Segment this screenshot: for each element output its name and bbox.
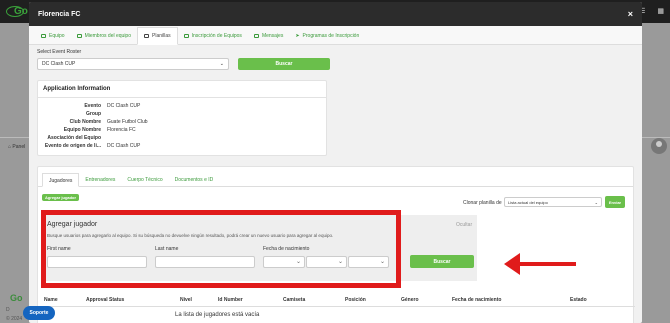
form-icon xyxy=(183,34,189,38)
info-value: DC Clash CUP xyxy=(107,143,141,149)
chevron-down-icon: ⌄ xyxy=(594,199,598,205)
modal-tabs: Equipo Miembros del equipo Planillas Ins… xyxy=(29,26,642,45)
support-button[interactable]: Soporte xyxy=(23,306,55,320)
subtab-jugadores[interactable]: Jugadores xyxy=(42,173,80,187)
clone-roster-label: Clonar planilla de xyxy=(463,200,502,206)
tab-miembros[interactable]: Miembros del equipo xyxy=(71,28,137,44)
column-header[interactable]: Estado xyxy=(570,297,587,303)
column-header[interactable]: Fecha de nacimiento xyxy=(452,297,501,303)
info-key: Group xyxy=(86,111,101,117)
tab-equipo[interactable]: Equipo xyxy=(35,28,71,44)
info-key: Evento xyxy=(84,103,101,109)
clone-roster-submit-button[interactable]: Enviar xyxy=(605,196,625,208)
panel-link[interactable]: ⌂ Panel xyxy=(8,144,25,150)
event-roster-select[interactable]: DC Clash CUP ⌄ xyxy=(37,58,229,70)
modal-header: Florencia FC × xyxy=(29,2,642,26)
column-header[interactable]: Approval Status xyxy=(86,297,124,303)
event-roster-label: Select Event Roster xyxy=(37,49,82,55)
close-icon[interactable]: × xyxy=(628,9,633,19)
people-icon xyxy=(41,34,46,38)
roster-card: Jugadores Entrenadores Cuerpo Técnico Do… xyxy=(37,166,635,323)
list-icon xyxy=(144,34,149,38)
tab-programas-inscripcion[interactable]: ➤ Programas de Inscripción xyxy=(289,28,365,44)
players-table-header: Name Approval Status Nivel Id Number Cam… xyxy=(38,295,635,307)
info-value: DC Clash CUP xyxy=(107,103,141,109)
subtab-cuerpo-tecnico[interactable]: Cuerpo Técnico xyxy=(121,173,168,186)
info-key: Club Nombre xyxy=(69,119,101,125)
column-header[interactable]: Posición xyxy=(345,297,366,303)
event-roster-section: Select Event Roster DC Clash CUP ⌄ Busca… xyxy=(29,45,642,74)
event-roster-search-button[interactable]: Buscar xyxy=(238,58,330,70)
hide-link[interactable]: Ocultar xyxy=(456,222,472,228)
id-card-icon xyxy=(76,34,82,38)
avatar[interactable] xyxy=(651,138,667,154)
highlight-box xyxy=(41,210,401,288)
footer-copyright: © 2024 xyxy=(6,316,23,322)
column-header[interactable]: Nivel xyxy=(180,297,192,303)
add-player-button[interactable]: Agregar jugador xyxy=(42,194,79,201)
info-value xyxy=(107,135,321,141)
subtab-entrenadores[interactable]: Entrenadores xyxy=(79,173,121,186)
roster-tools: Agregar jugador Clonar planilla de Lista… xyxy=(38,187,633,208)
subtab-documentos[interactable]: Documentos e ID xyxy=(169,173,220,186)
application-info-grid: Evento DC Clash CUP Group Club Nombre Gu… xyxy=(38,98,326,154)
info-key: Equipo Nombre xyxy=(63,127,101,133)
application-info-title: Application Information xyxy=(38,81,326,98)
info-value: Guate Futbol Club xyxy=(107,119,148,125)
grid-icon[interactable]: ▦ xyxy=(657,8,664,15)
info-key: Asociación del Equipo xyxy=(47,135,101,141)
team-modal: Florencia FC × Equipo Miembros del equip… xyxy=(29,2,642,323)
player-search-button[interactable]: Buscar xyxy=(410,255,474,268)
info-key: Evento de origen de li... xyxy=(44,143,101,149)
column-header[interactable]: Name xyxy=(44,297,58,303)
red-arrow-shaft xyxy=(516,262,576,266)
info-value: Florencia FC xyxy=(107,127,136,133)
paper-plane-icon: ➤ xyxy=(295,33,300,39)
empty-roster-message: La lista de jugadores está vacía xyxy=(175,312,260,318)
info-value xyxy=(107,111,321,117)
tab-planillas[interactable]: Planillas xyxy=(137,27,178,45)
modal-title: Florencia FC xyxy=(38,10,81,18)
application-info-card: Application Information Evento DC Clash … xyxy=(37,80,327,156)
column-header[interactable]: Género xyxy=(401,297,419,303)
footer-logo: Go xyxy=(10,293,23,303)
envelope-icon xyxy=(253,34,259,38)
app-logo-text: Go xyxy=(14,6,28,17)
clone-roster-select[interactable]: Lista actual del equipo ⌄ xyxy=(504,197,602,207)
footer-text: D xyxy=(6,307,10,313)
column-header[interactable]: Id Number xyxy=(218,297,243,303)
tab-mensajes[interactable]: Mensajes xyxy=(248,28,289,44)
chevron-down-icon: ⌄ xyxy=(219,61,224,67)
tab-inscripcion-equipos[interactable]: Inscripción de Equipos xyxy=(178,28,248,44)
roster-subtabs: Jugadores Entrenadores Cuerpo Técnico Do… xyxy=(38,167,633,187)
column-header[interactable]: Camiseta xyxy=(283,297,305,303)
